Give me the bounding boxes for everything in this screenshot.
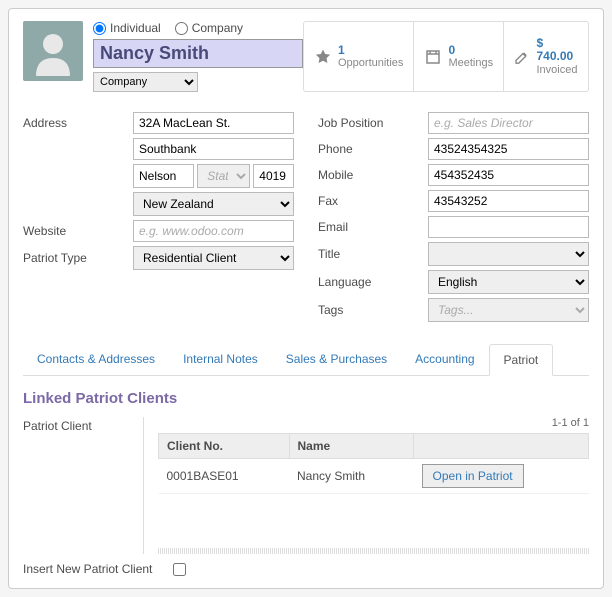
stat-invoiced[interactable]: $ 740.00Invoiced	[503, 22, 589, 91]
tab-patriot[interactable]: Patriot	[489, 344, 554, 376]
label-phone: Phone	[318, 142, 428, 156]
tab-contacts[interactable]: Contacts & Addresses	[23, 344, 169, 375]
patriot-type-select[interactable]: Residential Client	[133, 246, 294, 270]
label-language: Language	[318, 275, 428, 289]
phone-input[interactable]	[428, 138, 589, 160]
fax-input[interactable]	[428, 190, 589, 212]
calendar-icon	[424, 48, 442, 66]
name-input[interactable]	[93, 39, 303, 68]
label-website: Website	[23, 224, 133, 238]
mobile-input[interactable]	[428, 164, 589, 186]
tab-sales[interactable]: Sales & Purchases	[272, 344, 401, 375]
label-insert-client: Insert New Patriot Client	[23, 562, 153, 576]
label-email: Email	[318, 220, 428, 234]
open-in-patriot-button[interactable]: Open in Patriot	[422, 464, 524, 488]
th-name: Name	[289, 434, 414, 459]
street2-input[interactable]	[133, 138, 294, 160]
table-row: 0001BASE01 Nancy Smith Open in Patriot	[159, 459, 589, 494]
tab-notes[interactable]: Internal Notes	[169, 344, 272, 375]
radio-individual[interactable]: Individual	[93, 21, 161, 35]
email-input[interactable]	[428, 216, 589, 238]
zip-input[interactable]	[253, 164, 294, 188]
row-count: 1-1 of 1	[158, 417, 589, 429]
state-select[interactable]: State	[197, 164, 250, 188]
website-input[interactable]	[133, 220, 294, 242]
street-input[interactable]	[133, 112, 294, 134]
city-input[interactable]	[133, 164, 194, 188]
company-select[interactable]: Company	[93, 72, 198, 92]
star-icon	[314, 48, 332, 66]
job-input[interactable]	[428, 112, 589, 134]
label-patriot-type: Patriot Type	[23, 251, 133, 265]
tags-select[interactable]: Tags...	[428, 298, 589, 322]
edit-icon	[514, 48, 530, 66]
label-address: Address	[23, 116, 133, 130]
country-select[interactable]: New Zealand	[133, 192, 294, 216]
language-select[interactable]: English	[428, 270, 589, 294]
label-mobile: Mobile	[318, 168, 428, 182]
avatar	[23, 21, 83, 81]
stat-meetings[interactable]: 0Meetings	[413, 22, 503, 91]
th-client-no: Client No.	[159, 434, 290, 459]
linked-title: Linked Patriot Clients	[23, 390, 589, 407]
insert-client-checkbox[interactable]	[173, 563, 186, 576]
stat-opportunities[interactable]: 1Opportunities	[304, 22, 413, 91]
label-tags: Tags	[318, 303, 428, 317]
tab-accounting[interactable]: Accounting	[401, 344, 488, 375]
label-title: Title	[318, 247, 428, 261]
title-select[interactable]	[428, 242, 589, 266]
label-patriot-client: Patriot Client	[23, 417, 133, 554]
radio-company[interactable]: Company	[175, 21, 243, 35]
label-job: Job Position	[318, 116, 428, 130]
label-fax: Fax	[318, 194, 428, 208]
